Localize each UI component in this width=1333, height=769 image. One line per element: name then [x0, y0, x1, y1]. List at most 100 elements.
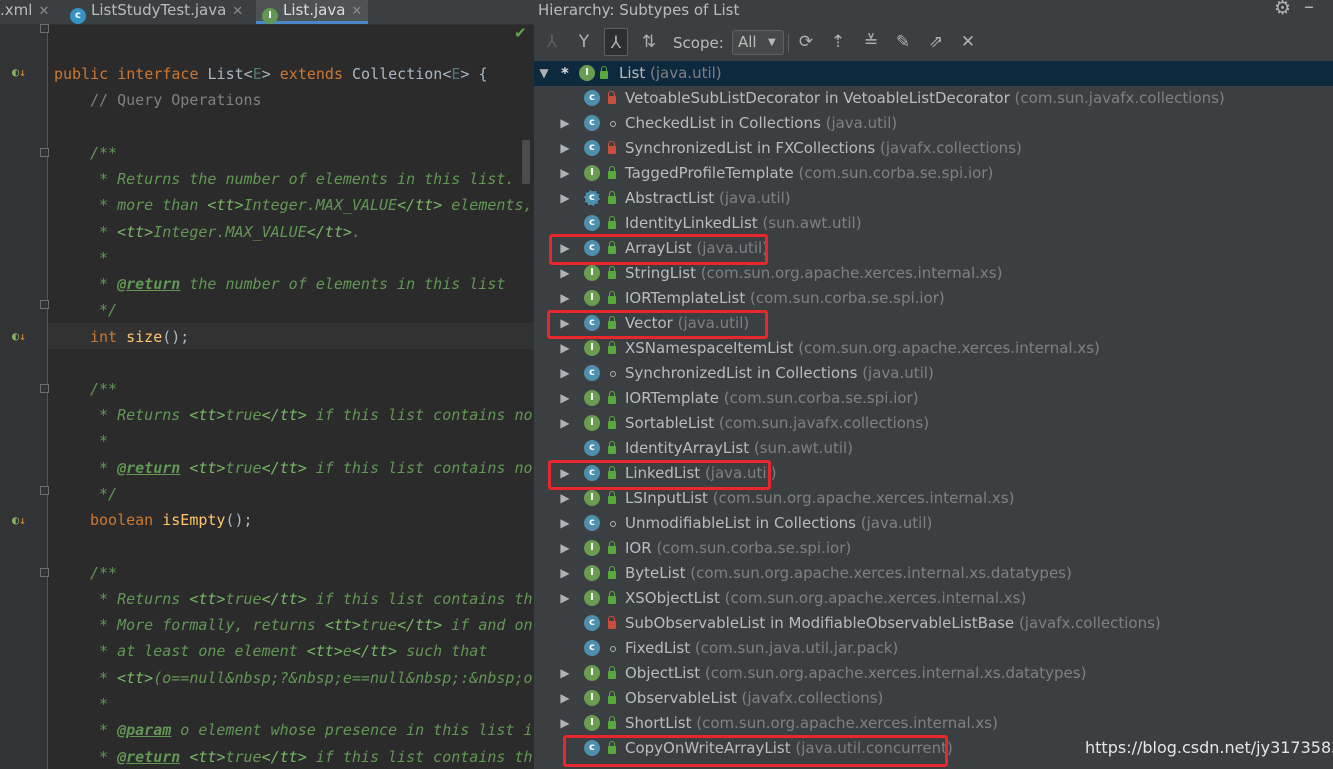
public-lock-icon	[608, 341, 616, 354]
fold-marker[interactable]	[40, 148, 49, 157]
public-lock-icon	[608, 191, 616, 204]
tree-row[interactable]: c IdentityArrayList (sun.awt.util)	[534, 436, 1333, 461]
fold-marker[interactable]	[40, 300, 49, 309]
tree-row[interactable]: ▶ I XSObjectList (com.sun.org.apache.xerce…	[534, 586, 1333, 611]
tree-row[interactable]: ▶ I IORTemplate (com.sun.corba.se.spi.ior)	[534, 386, 1333, 411]
close-icon[interactable]: ✕	[232, 4, 243, 19]
code-line: /**	[90, 380, 118, 398]
tree-row[interactable]: ▶ I IOR (com.sun.corba.se.spi.ior)	[534, 536, 1333, 561]
supertypes-icon[interactable]: Y	[572, 28, 596, 56]
close-icon[interactable]: ✕	[956, 28, 980, 56]
sort-alphabetically-icon[interactable]: ⇅	[637, 28, 661, 56]
fold-marker[interactable]	[40, 24, 49, 33]
expand-arrow-icon[interactable]: ▶	[558, 286, 572, 311]
hierarchy-title: Hierarchy: Subtypes of List	[538, 1, 740, 19]
close-icon[interactable]: ✕	[351, 4, 362, 19]
gear-icon[interactable]: ⚙	[1274, 0, 1291, 19]
chevron-down-icon: ▼	[768, 37, 776, 48]
class-icon: c	[584, 215, 600, 231]
private-lock-icon	[608, 616, 616, 629]
hierarchy-tree[interactable]: ▼ * I List (java.util) c VetoableSubListD…	[534, 61, 1333, 769]
tree-item-label: CheckedList in Collections (java.util)	[625, 114, 898, 132]
tree-row[interactable]: ▶ c SynchronizedList in FXCollections (jav…	[534, 136, 1333, 161]
fold-marker[interactable]	[40, 486, 49, 495]
tree-row[interactable]: c VetoableSubListDecorator in VetoableLis…	[534, 86, 1333, 111]
toolbar-separator	[788, 34, 789, 52]
open-in-new-icon[interactable]: ⇗	[924, 28, 948, 56]
implemented-gutter-icon[interactable]: ◐↓	[12, 65, 26, 80]
tree-row[interactable]: ▶ c CheckedList in Collections (java.util)	[534, 111, 1333, 136]
fold-marker[interactable]	[40, 384, 49, 393]
implemented-gutter-icon[interactable]: ◐↓	[12, 329, 26, 344]
scope-label: Scope:	[673, 34, 724, 52]
export-icon[interactable]: ⇡	[826, 28, 850, 56]
expand-arrow-icon[interactable]: ▶	[558, 536, 572, 561]
expand-arrow-icon[interactable]: ▶	[558, 361, 572, 386]
tree-item-label: IdentityArrayList (sun.awt.util)	[625, 439, 854, 457]
refresh-icon[interactable]: ⟳	[794, 28, 818, 56]
expand-arrow-icon[interactable]: ▶	[558, 136, 572, 161]
scope-dropdown[interactable]: All ▼	[732, 30, 784, 55]
tree-row[interactable]: c IdentityLinkedList (sun.awt.util)	[534, 211, 1333, 236]
public-lock-icon	[608, 566, 616, 579]
tab-xml-file[interactable]: .xml ✕	[0, 0, 49, 24]
tree-row[interactable]: ▶ I SortableList (com.sun.javafx.collectio…	[534, 411, 1333, 436]
pin-icon[interactable]: ✎	[891, 28, 915, 56]
implemented-gutter-icon[interactable]: ◐↓	[12, 513, 26, 528]
tree-row[interactable]: ▶ c SynchronizedList in Collections (java.…	[534, 361, 1333, 386]
expand-arrow-icon[interactable]: ▶	[558, 111, 572, 136]
code-editor[interactable]: .xml ✕ c ListStudyTest.java ✕ I List.java ✕ ◐…	[0, 0, 534, 769]
tree-row[interactable]: ▶ I ShortList (com.sun.org.apache.xerces.i…	[534, 711, 1333, 736]
expand-arrow-icon[interactable]: ▶	[558, 686, 572, 711]
tree-row[interactable]: c FixedList (com.sun.java.util.jar.pack)	[534, 636, 1333, 661]
tab-list-java[interactable]: I List.java ✕	[256, 0, 369, 24]
expand-arrow-icon[interactable]: ▶	[558, 161, 572, 186]
expand-arrow-icon[interactable]: ▶	[558, 411, 572, 436]
tree-row[interactable]: ▶ I IORTemplateList (com.sun.corba.se.spi.…	[534, 286, 1333, 311]
expand-arrow-icon[interactable]: ▶	[558, 186, 572, 211]
expand-arrow-icon[interactable]: ▶	[558, 511, 572, 536]
code-line: * @return <tt>true</tt> if this list con…	[90, 459, 533, 477]
expand-arrow-icon[interactable]: ▶	[558, 586, 572, 611]
expand-arrow-icon[interactable]: ▶	[558, 711, 572, 736]
code-line: /**	[90, 144, 118, 162]
inspection-ok-icon[interactable]: ✔	[514, 24, 527, 42]
class-icon: c	[584, 140, 600, 156]
expand-arrow-icon[interactable]: ▶	[558, 661, 572, 686]
tree-row[interactable]: ▶ I ByteList (com.sun.org.apache.xerces.in…	[534, 561, 1333, 586]
expand-arrow-icon[interactable]: ▶	[558, 386, 572, 411]
tree-row[interactable]: ▶ c AbstractList (java.util)	[534, 186, 1333, 211]
public-lock-icon	[608, 691, 616, 704]
tree-row[interactable]: ▶ I ObservableList (javafx.collections)	[534, 686, 1333, 711]
tree-row[interactable]: ▶ c UnmodifiableList in Collections (java.…	[534, 511, 1333, 536]
code-line: public interface List<E> extends Collect…	[54, 65, 488, 83]
expand-arrow-icon[interactable]: ▶	[558, 336, 572, 361]
scope-value: All	[738, 33, 757, 51]
public-lock-icon	[608, 391, 616, 404]
code-line: */	[90, 301, 118, 319]
public-lock-icon	[608, 216, 616, 229]
expand-arrow-icon[interactable]: ▶	[558, 561, 572, 586]
class-icon: c	[584, 615, 600, 631]
class-icon: c	[584, 365, 600, 381]
supertypes-hierarchy-icon[interactable]: ⅄	[540, 28, 564, 56]
tree-root-row[interactable]: ▼ * I List (java.util)	[534, 61, 1333, 86]
tab-liststudytest[interactable]: c ListStudyTest.java ✕	[70, 0, 243, 24]
collapse-all-icon[interactable]: ≚	[859, 28, 883, 56]
hide-panel-icon[interactable]: –	[1304, 0, 1314, 18]
editor-scrollbar[interactable]	[522, 140, 530, 184]
tree-row[interactable]: ▶ I XSNamespaceItemList (com.sun.org.apach…	[534, 336, 1333, 361]
tree-row[interactable]: c SubObservableList in ModifiableObservab…	[534, 611, 1333, 636]
fold-marker[interactable]	[40, 568, 49, 577]
code-line: boolean isEmpty();	[90, 511, 253, 529]
expanded-arrow-icon[interactable]: ▼	[537, 61, 551, 86]
tree-item-label: VetoableSubListDecorator in VetoableList…	[625, 89, 1225, 107]
tree-row[interactable]: ▶ I TaggedProfileTemplate (com.sun.corba.s…	[534, 161, 1333, 186]
editor-gutter: ◐↓ ◐↓ ◐↓	[0, 24, 49, 769]
subtypes-hierarchy-icon[interactable]: ⅄	[604, 28, 628, 56]
tree-item-label: List (java.util)	[619, 64, 722, 82]
class-icon: c	[584, 115, 600, 131]
code-line: * Returns <tt>true</tt> if this list con…	[90, 590, 533, 608]
close-icon[interactable]: ✕	[38, 4, 49, 19]
tree-row[interactable]: ▶ I ObjectList (com.sun.org.apache.xerces.…	[534, 661, 1333, 686]
